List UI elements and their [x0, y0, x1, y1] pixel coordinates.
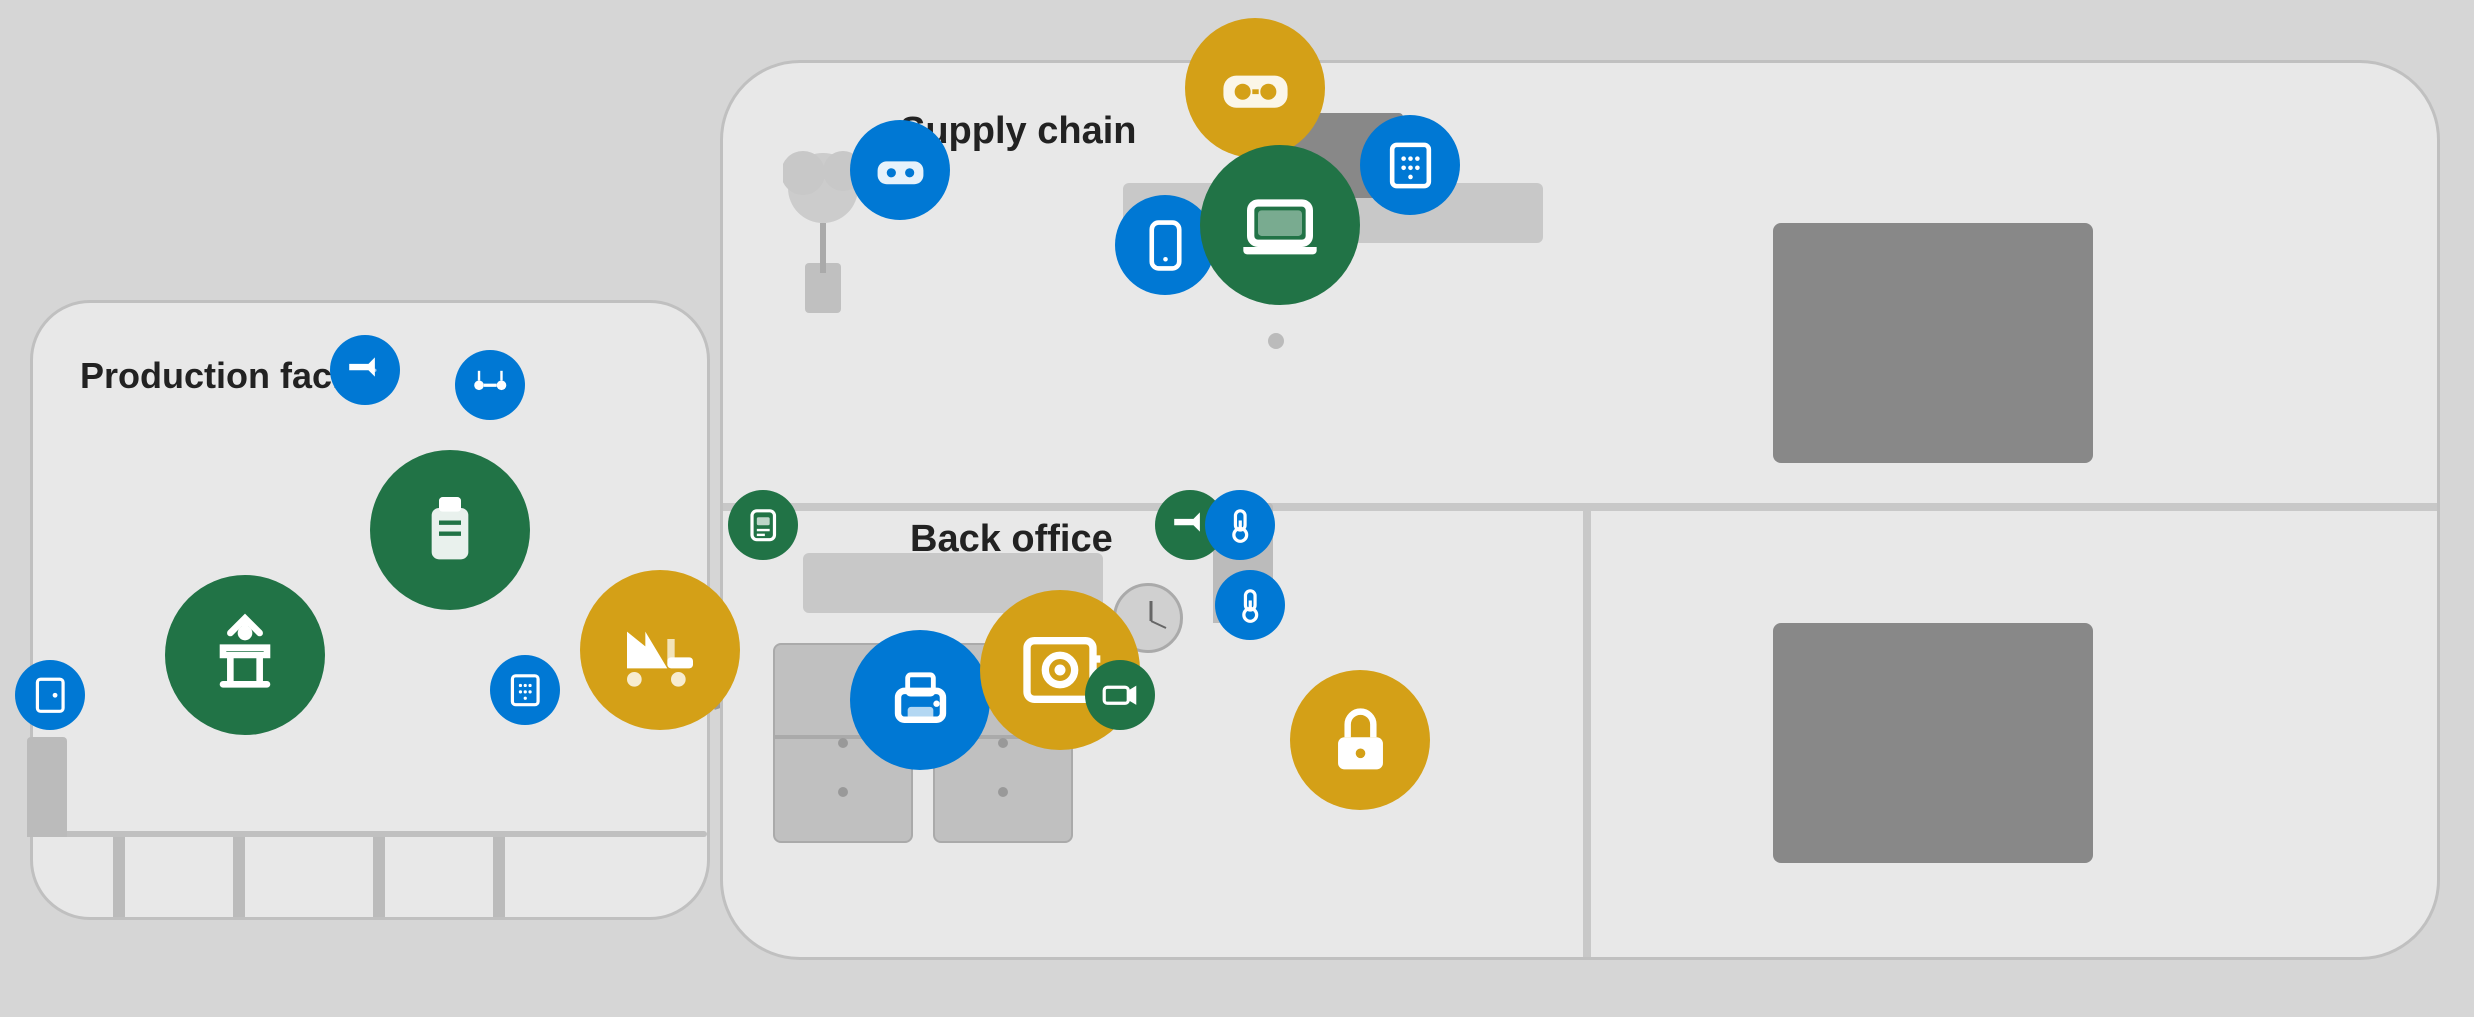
conveyor-switch-icon-circle[interactable]: [455, 350, 525, 420]
door-sensor-icon-circle[interactable]: [15, 660, 85, 730]
main-scene: Production facility: [0, 0, 2474, 1017]
badge-reader-icon-circle[interactable]: [728, 490, 798, 560]
small-camera-back-icon-circle[interactable]: [1085, 660, 1155, 730]
mobile-icon-circle[interactable]: [1115, 195, 1215, 295]
large-monitor: [1773, 223, 2093, 463]
main-building: [720, 60, 2440, 960]
wall-sensor: [1268, 333, 1284, 349]
vr-headset-icon-circle[interactable]: [1185, 18, 1325, 158]
thermometer-supply-icon-circle[interactable]: [1205, 490, 1275, 560]
thermometer-icon-circle[interactable]: [1215, 570, 1285, 640]
printer-icon-circle[interactable]: [850, 630, 990, 770]
robot-arm-icon-circle[interactable]: [165, 575, 325, 735]
tank-icon-circle[interactable]: [370, 450, 530, 610]
keypad-prod-icon-circle[interactable]: [490, 655, 560, 725]
security-camera-prod-icon-circle[interactable]: [330, 335, 400, 405]
back-office-label: Back office: [910, 518, 1113, 561]
forklift-icon-circle[interactable]: [580, 570, 740, 730]
large-monitor-2: [1773, 623, 2093, 863]
camera-supply-icon-circle[interactable]: [850, 120, 950, 220]
keypad-supply-icon-circle[interactable]: [1360, 115, 1460, 215]
tree-pot: [803, 183, 843, 313]
laptop-icon-circle[interactable]: [1200, 145, 1360, 305]
lock-icon-circle[interactable]: [1290, 670, 1430, 810]
